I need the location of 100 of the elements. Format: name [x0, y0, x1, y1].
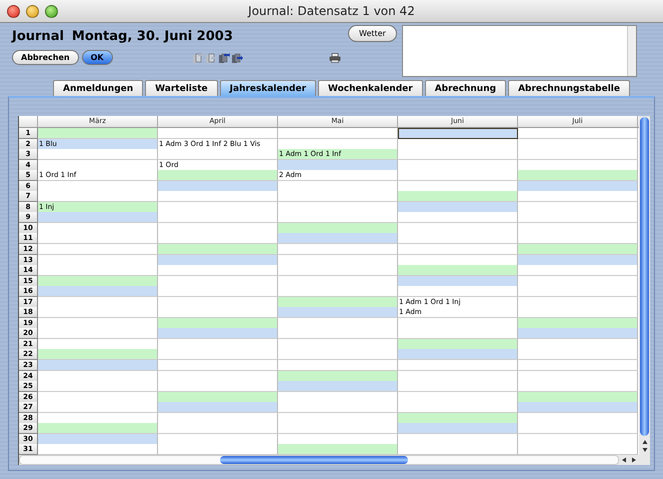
table-cell[interactable]	[38, 244, 158, 256]
tab[interactable]: Warteliste	[145, 80, 218, 96]
table-cell[interactable]	[158, 360, 278, 372]
table-cell[interactable]	[38, 423, 158, 434]
scroll-thumb[interactable]	[640, 117, 649, 436]
table-cell[interactable]	[518, 307, 638, 318]
table-cell[interactable]	[38, 265, 158, 276]
table-cell[interactable]	[398, 170, 518, 182]
table-cell[interactable]	[278, 370, 398, 382]
table-cell[interactable]	[278, 244, 398, 256]
table-cell[interactable]	[158, 244, 278, 256]
table-cell[interactable]	[158, 318, 278, 329]
table-cell[interactable]	[38, 328, 158, 340]
table-cell[interactable]	[158, 254, 278, 266]
table-cell[interactable]	[278, 402, 398, 414]
table-cell[interactable]	[518, 318, 638, 329]
table-cell[interactable]	[518, 233, 638, 244]
table-cell[interactable]	[158, 180, 278, 192]
tab[interactable]: Jahreskalender	[220, 80, 316, 96]
table-cell[interactable]	[278, 307, 398, 318]
table-cell[interactable]	[158, 349, 278, 360]
record-icon[interactable]	[230, 52, 243, 64]
table-cell[interactable]	[38, 128, 158, 139]
table-cell[interactable]	[518, 423, 638, 434]
table-cell[interactable]	[278, 222, 398, 234]
cancel-button[interactable]: Abbrechen	[12, 50, 79, 65]
table-cell[interactable]	[158, 265, 278, 276]
table-cell[interactable]	[158, 307, 278, 318]
table-cell[interactable]	[398, 360, 518, 372]
table-cell[interactable]	[518, 180, 638, 192]
zoom-icon[interactable]	[45, 4, 58, 18]
table-cell[interactable]	[158, 233, 278, 244]
table-cell[interactable]	[38, 381, 158, 392]
table-cell[interactable]	[158, 170, 278, 182]
up-arrow-icon[interactable]	[642, 438, 648, 445]
table-cell[interactable]	[518, 402, 638, 414]
table-cell[interactable]	[518, 328, 638, 340]
table-cell[interactable]	[518, 149, 638, 160]
table-cell[interactable]	[398, 212, 518, 224]
table-cell[interactable]	[278, 360, 398, 372]
table-cell[interactable]	[38, 149, 158, 160]
table-cell[interactable]	[158, 328, 278, 340]
table-cell[interactable]	[398, 444, 518, 456]
table-cell[interactable]	[278, 328, 398, 340]
down-arrow-icon[interactable]	[642, 446, 648, 453]
table-cell[interactable]	[38, 191, 158, 202]
table-cell[interactable]	[518, 349, 638, 360]
table-cell[interactable]	[398, 402, 518, 414]
weather-button[interactable]: Wetter	[348, 25, 397, 42]
table-cell[interactable]	[278, 423, 398, 434]
table-cell[interactable]	[398, 381, 518, 392]
table-cell[interactable]	[278, 349, 398, 360]
table-cell[interactable]	[398, 149, 518, 160]
table-cell[interactable]	[278, 296, 398, 308]
table-cell[interactable]	[278, 444, 398, 456]
table-cell[interactable]	[38, 360, 158, 372]
ok-button[interactable]: OK	[82, 50, 113, 65]
table-cell[interactable]	[398, 423, 518, 434]
table-cell[interactable]	[398, 202, 518, 213]
table-cell[interactable]	[398, 233, 518, 244]
table-cell[interactable]	[518, 392, 638, 403]
table-cell[interactable]	[278, 265, 398, 276]
printer-icon[interactable]	[328, 52, 341, 62]
table-cell[interactable]	[278, 191, 398, 202]
table-cell[interactable]	[518, 212, 638, 224]
table-cell[interactable]	[158, 191, 278, 202]
table-cell[interactable]	[158, 149, 278, 160]
table-cell[interactable]	[158, 128, 278, 139]
table-cell[interactable]	[398, 244, 518, 256]
table-cell[interactable]	[278, 160, 398, 171]
table-cell[interactable]	[398, 412, 518, 424]
table-cell[interactable]	[518, 254, 638, 266]
table-cell[interactable]	[278, 233, 398, 244]
table-cell[interactable]	[398, 349, 518, 360]
scrollbar[interactable]	[626, 26, 636, 76]
table-cell[interactable]	[398, 338, 518, 350]
table-cell[interactable]	[518, 381, 638, 392]
table-cell[interactable]	[38, 233, 158, 244]
notes-field[interactable]	[402, 25, 637, 77]
table-cell[interactable]	[518, 286, 638, 298]
close-icon[interactable]	[7, 4, 20, 18]
tab[interactable]: Abrechnungstabelle	[508, 80, 630, 96]
table-cell[interactable]	[518, 444, 638, 456]
table-cell[interactable]	[158, 212, 278, 224]
table-cell[interactable]	[398, 265, 518, 276]
minimize-icon[interactable]	[26, 4, 39, 18]
table-cell[interactable]	[158, 402, 278, 414]
table-cell[interactable]	[278, 128, 398, 139]
horizontal-scrollbar[interactable]	[19, 454, 639, 465]
table-cell[interactable]	[158, 286, 278, 298]
table-cell[interactable]	[38, 434, 158, 445]
vertical-scrollbar[interactable]	[639, 116, 650, 465]
table-cell[interactable]	[158, 444, 278, 456]
table-cell[interactable]	[518, 244, 638, 256]
table-cell[interactable]	[398, 328, 518, 340]
table-cell[interactable]	[278, 286, 398, 298]
table-cell[interactable]	[398, 276, 518, 287]
table-cell[interactable]	[38, 444, 158, 456]
table-cell[interactable]	[518, 265, 638, 276]
table-cell[interactable]	[38, 286, 158, 298]
